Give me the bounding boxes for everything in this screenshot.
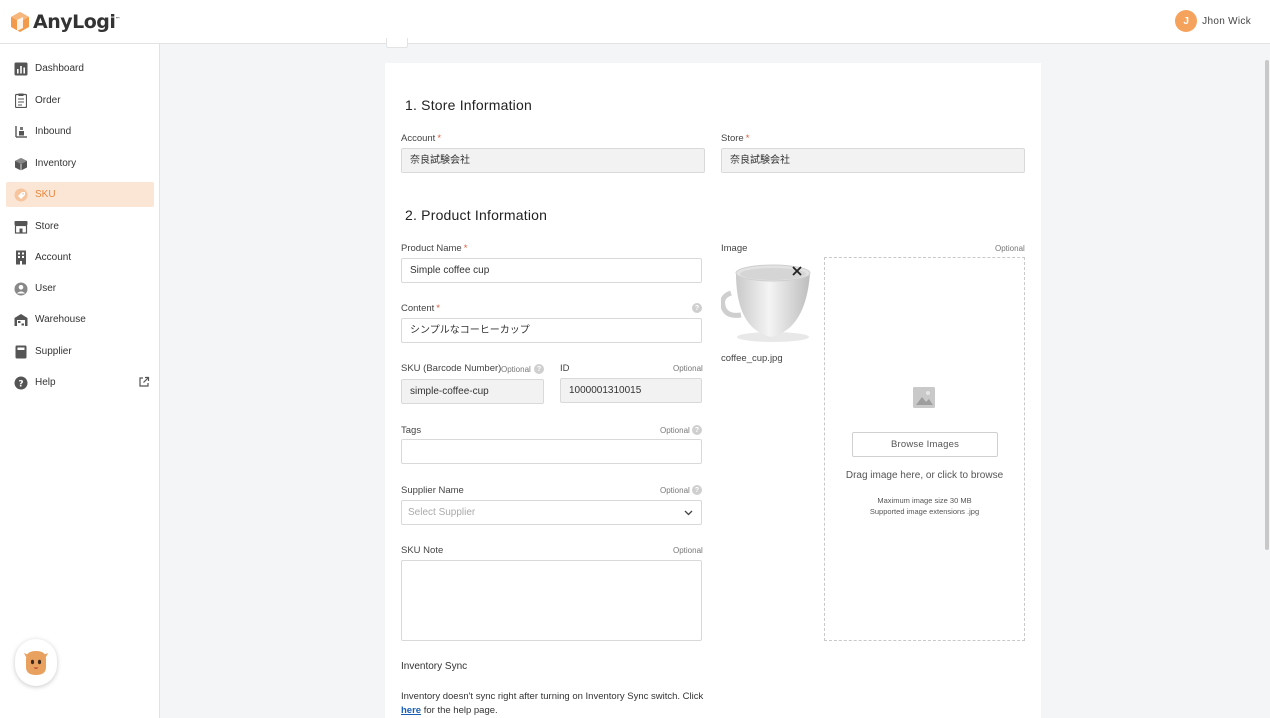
building-icon xyxy=(14,250,28,265)
storefront-icon xyxy=(14,220,28,234)
product-name-input[interactable]: Simple coffee cup xyxy=(401,258,702,283)
top-header: AnyLogi™ J Jhon Wick xyxy=(0,0,1270,44)
sku-note-label: SKU Note xyxy=(401,545,444,556)
avatar[interactable]: J xyxy=(1175,10,1198,32)
tag-icon xyxy=(14,188,28,202)
sidebar-item-order[interactable]: Order xyxy=(6,88,154,113)
section-product-information-title: 2. Product Information xyxy=(405,207,548,223)
supplier-name-label: Supplier Name xyxy=(401,485,464,496)
page-scrollbar[interactable] xyxy=(1265,60,1269,550)
question-icon: ? xyxy=(14,376,28,390)
id-input[interactable]: 1000001310015 xyxy=(560,378,702,403)
bar-chart-icon xyxy=(14,62,28,76)
sku-barcode-input[interactable]: simple-coffee-cup xyxy=(401,379,544,404)
warehouse-icon xyxy=(14,313,28,327)
sidebar-item-store[interactable]: Store xyxy=(6,214,154,239)
supplier-icon xyxy=(14,345,28,359)
user-circle-icon xyxy=(14,282,28,296)
content-info-icon[interactable]: ? xyxy=(692,303,702,313)
sku-optional-tag: Optional xyxy=(501,365,531,374)
logo-mark-icon xyxy=(11,12,29,32)
remove-image-close-icon[interactable] xyxy=(791,265,803,277)
account-field[interactable]: 奈良試験会社 xyxy=(401,148,705,173)
chat-mascot-icon xyxy=(24,650,48,675)
sku-note-optional-tag: Optional xyxy=(673,546,703,555)
logo-text: AnyLogi™ xyxy=(33,11,120,33)
chat-widget-button[interactable] xyxy=(15,639,57,686)
tags-optional-tag: Optional xyxy=(660,426,690,435)
id-label: ID xyxy=(560,363,570,374)
form-tab-stub[interactable] xyxy=(386,38,408,48)
image-optional-tag: Optional xyxy=(995,244,1025,253)
image-placeholder-icon xyxy=(913,387,935,408)
id-optional-tag: Optional xyxy=(673,364,703,373)
inventory-sync-description: Inventory doesn't sync right after turni… xyxy=(401,691,704,716)
image-filename: coffee_cup.jpg xyxy=(721,353,783,364)
help-page-link[interactable]: here xyxy=(401,705,421,716)
box-icon xyxy=(14,157,28,171)
sidebar-item-supplier[interactable]: Supplier xyxy=(6,339,154,364)
sidebar-item-inbound[interactable]: Inbound xyxy=(6,119,154,144)
sidebar-item-warehouse[interactable]: Warehouse xyxy=(6,307,154,332)
extensions-hint: Supported image extensions .jpg xyxy=(869,507,980,516)
user-menu[interactable]: J Jhon Wick xyxy=(1175,10,1251,32)
clipboard-icon xyxy=(14,93,28,108)
sidebar-item-help[interactable]: ? Help xyxy=(6,370,154,395)
user-name[interactable]: Jhon Wick xyxy=(1202,16,1251,27)
content-label: Content * xyxy=(401,303,440,314)
inbound-icon xyxy=(14,125,28,139)
supplier-info-icon[interactable]: ? xyxy=(692,485,702,495)
image-label: Image xyxy=(721,243,748,254)
sidebar-item-user[interactable]: User xyxy=(6,276,154,301)
drag-image-hint: Drag image here, or click to browse xyxy=(845,470,1004,481)
supplier-placeholder: Select Supplier xyxy=(408,507,476,518)
inventory-sync-label: Inventory Sync xyxy=(401,661,468,672)
svg-text:?: ? xyxy=(18,379,23,389)
browse-images-button[interactable]: Browse Images xyxy=(852,432,998,457)
product-name-label: Product Name * xyxy=(401,243,468,254)
image-dropzone[interactable]: Browse Images Drag image here, or click … xyxy=(824,257,1025,641)
account-label: Account * xyxy=(401,133,442,144)
store-field[interactable]: 奈良試験会社 xyxy=(721,148,1025,173)
tags-input[interactable] xyxy=(401,439,702,464)
content-input[interactable]: シンプルなコーヒーカップ xyxy=(401,318,702,343)
supplier-select[interactable]: Select Supplier xyxy=(401,500,702,525)
sku-barcode-label: SKU (Barcode Number) xyxy=(401,363,502,374)
sidebar: Dashboard Order Inbound Inventory SKU St… xyxy=(0,44,160,718)
sku-info-icon[interactable]: ? xyxy=(534,364,544,374)
tags-label: Tags xyxy=(401,425,422,436)
sku-form-card: 1. Store Information Account * 奈良試験会社 Sto… xyxy=(385,63,1041,718)
sidebar-item-account[interactable]: Account xyxy=(6,245,154,270)
tags-info-icon[interactable]: ? xyxy=(692,425,702,435)
anylogi-logo[interactable]: AnyLogi™ xyxy=(10,9,120,35)
sidebar-item-sku[interactable]: SKU xyxy=(6,182,154,207)
sidebar-item-inventory[interactable]: Inventory xyxy=(6,151,154,176)
store-label: Store * xyxy=(721,133,750,144)
sku-note-textarea[interactable] xyxy=(401,560,702,641)
sidebar-item-dashboard[interactable]: Dashboard xyxy=(6,56,154,81)
section-store-information-title: 1. Store Information xyxy=(405,97,532,113)
supplier-optional-tag: Optional xyxy=(660,486,690,495)
max-size-hint: Maximum image size 30 MB xyxy=(877,496,972,505)
external-link-icon[interactable] xyxy=(138,376,150,388)
chevron-down-icon xyxy=(684,510,693,516)
